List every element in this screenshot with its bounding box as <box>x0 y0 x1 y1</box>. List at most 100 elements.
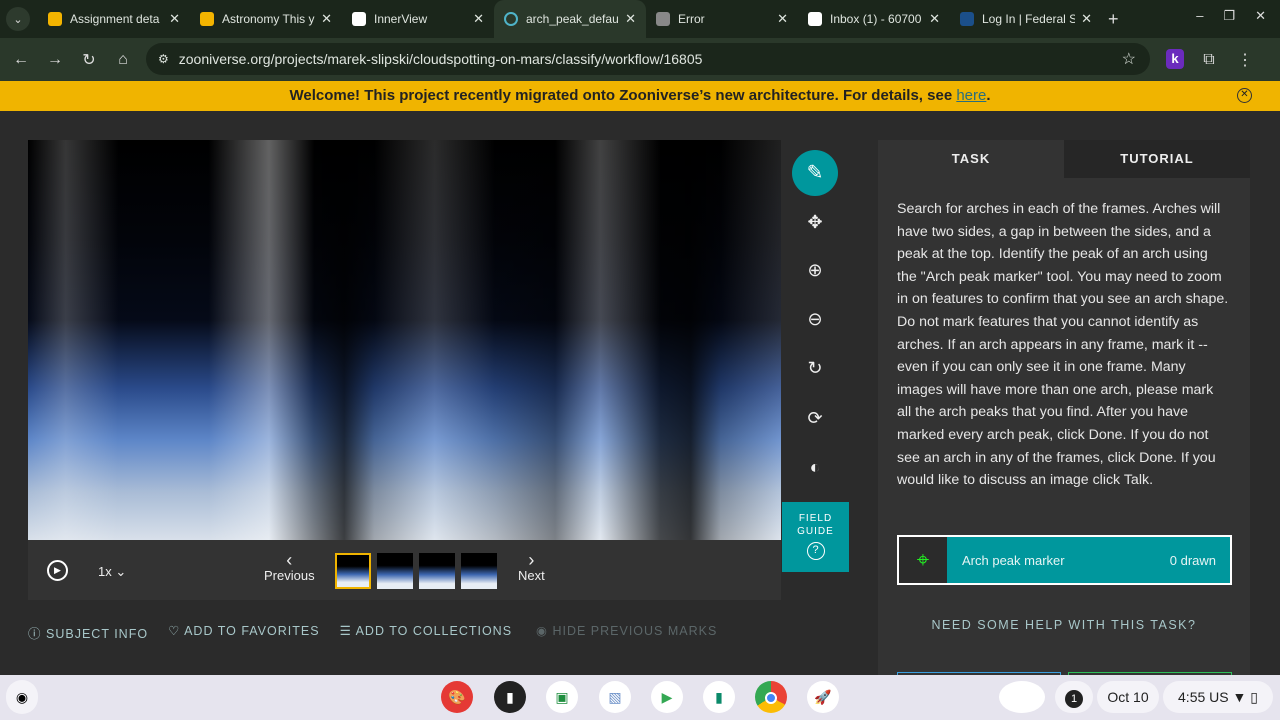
forward-icon[interactable]: → <box>38 51 72 69</box>
reload-icon[interactable]: ↻ <box>72 50 106 70</box>
add-to-collections-button[interactable]: ☰ ADD TO COLLECTIONS <box>340 623 512 642</box>
banner-end: . <box>986 87 991 104</box>
tab-close-icon[interactable]: ✕ <box>473 11 484 27</box>
canvas-app-icon[interactable]: 🎨 <box>441 681 473 713</box>
browser-tab[interactable]: arch_peak_defau ✕ <box>494 0 646 38</box>
zoom-in-icon[interactable]: ⊕ <box>801 256 829 284</box>
invert-contrast-icon[interactable]: ◐ <box>801 453 829 481</box>
task-instructions: Search for arches in each of the frames.… <box>897 201 1229 489</box>
tab-close-icon[interactable]: ✕ <box>777 11 788 27</box>
wifi-icon: ▼ <box>1232 689 1247 705</box>
date-tray[interactable]: Oct 10 <box>1097 681 1159 713</box>
need-help-button[interactable]: NEED SOME HELP WITH THIS TASK? <box>878 618 1250 632</box>
browser-tab[interactable]: Inbox (1) - 60700 ✕ <box>798 0 950 38</box>
tab-favicon-icon <box>960 12 974 26</box>
frame-thumbnail-4[interactable] <box>461 553 497 589</box>
extension-k-icon[interactable]: k <box>1166 49 1184 69</box>
subject-info-button[interactable]: ⓘ SUBJECT INFO <box>28 623 148 642</box>
tab-title: Log In | Federal S <box>982 12 1076 26</box>
browser-tab[interactable]: Astronomy This y ✕ <box>190 0 342 38</box>
tab-tutorial[interactable]: TUTORIAL <box>1064 140 1250 178</box>
migration-banner: Welcome! This project recently migrated … <box>0 81 1280 111</box>
screenshot-preview[interactable] <box>999 681 1045 713</box>
image-toolbar: ✎ ✥ ⊕ ⊖ ↻ ⟳ ◐ <box>782 140 848 502</box>
frame-thumbnail-1[interactable] <box>335 553 371 589</box>
browser-tab[interactable]: InnerView ✕ <box>342 0 494 38</box>
tab-title: Assignment deta <box>70 12 160 26</box>
tab-favicon-icon <box>504 12 518 26</box>
info-icon: ⓘ <box>28 627 42 641</box>
tab-title: InnerView <box>374 12 428 26</box>
annotate-pencil-icon[interactable]: ✎ <box>792 150 838 196</box>
tab-close-icon[interactable]: ✕ <box>321 11 332 27</box>
previous-button[interactable]: ‹ Previous <box>264 550 315 583</box>
browser-tab[interactable]: Assignment deta ✕ <box>38 0 190 38</box>
crosshair-icon: ⌖ <box>899 537 947 583</box>
chevron-left-icon: ‹ <box>286 550 293 570</box>
battery-icon: ▯ <box>1250 689 1258 705</box>
back-icon[interactable]: ← <box>4 51 38 69</box>
zoom-out-icon[interactable]: ⊖ <box>801 305 829 333</box>
subject-image[interactable] <box>28 140 781 540</box>
hide-previous-marks-button[interactable]: ◉ HIDE PREVIOUS MARKS <box>536 623 717 642</box>
next-button[interactable]: › Next <box>518 551 545 583</box>
tab-favicon-icon <box>48 12 62 26</box>
menu-icon[interactable]: ⋮ <box>1228 50 1262 70</box>
clock: 4:55 <box>1178 689 1206 705</box>
tab-strip: ⌄ Assignment deta ✕ Astronomy This y ✕ Inner… <box>0 0 1280 38</box>
collections-label: ADD TO COLLECTIONS <box>355 624 513 638</box>
tab-close-icon[interactable]: ✕ <box>929 11 940 27</box>
extensions-icon[interactable]: ⧉ <box>1192 51 1226 69</box>
speed-select[interactable]: 1x ⌄ <box>98 564 126 580</box>
status-tray[interactable]: 4:55 US ▼ ▯ <box>1163 681 1273 713</box>
address-bar[interactable]: ⚙ zooniverse.org/projects/marek-slipski/… <box>146 43 1150 75</box>
browser-tab[interactable]: Log In | Federal S ✕ <box>950 0 1102 38</box>
field-guide-button[interactable]: FIELD GUIDE ? <box>782 502 849 572</box>
next-label: Next <box>518 568 545 583</box>
add-to-favorites-button[interactable]: ♡ ADD TO FAVORITES <box>168 623 320 642</box>
system-shelf: ◉ 🎨 ▮ ▣ ▧ ▶ ▮ 🚀 1 Oct 10 4:55 US ▼ ▯ <box>0 675 1280 720</box>
arch-peak-marker-tool[interactable]: ⌖ Arch peak marker 0 drawn <box>897 535 1232 585</box>
music-app-icon[interactable]: ▮ <box>494 681 526 713</box>
tab-task[interactable]: TASK <box>878 140 1064 178</box>
tab-favicon-icon <box>656 12 670 26</box>
previous-label: Previous <box>264 568 315 583</box>
minimize-button[interactable]: – <box>1196 8 1203 24</box>
tab-search-button[interactable]: ⌄ <box>6 7 30 31</box>
classroom-app-icon[interactable]: ▣ <box>546 681 578 713</box>
close-window-button[interactable]: ✕ <box>1255 8 1266 24</box>
banner-close-icon[interactable]: ✕ <box>1237 88 1252 103</box>
tab-close-icon[interactable]: ✕ <box>169 11 180 27</box>
tab-close-icon[interactable]: ✕ <box>625 11 636 27</box>
frame-thumbnail-2[interactable] <box>377 553 413 589</box>
rotate-icon[interactable]: ↻ <box>801 354 829 382</box>
move-icon[interactable]: ✥ <box>801 208 829 236</box>
chrome-icon[interactable] <box>755 681 787 713</box>
launcher-icon[interactable]: ◉ <box>6 680 38 714</box>
notification-tray[interactable]: 1 <box>1055 681 1093 713</box>
bookmark-star-icon[interactable]: ☆ <box>1122 49 1136 69</box>
heart-icon: ♡ <box>168 624 181 638</box>
rocket-app-icon[interactable]: 🚀 <box>807 681 839 713</box>
home-icon[interactable]: ⌂ <box>106 51 140 69</box>
speed-value: 1x <box>98 564 112 579</box>
play-button[interactable]: ▶ <box>47 560 68 581</box>
new-tab-button[interactable]: + <box>1108 9 1119 30</box>
maximize-button[interactable]: ❐ <box>1223 8 1235 24</box>
site-settings-icon[interactable]: ⚙ <box>158 52 169 66</box>
tab-title: Error <box>678 12 705 26</box>
browser-tab[interactable]: Error ✕ <box>646 0 798 38</box>
play-store-icon[interactable]: ▶ <box>651 681 683 713</box>
maps-app-icon[interactable]: ▧ <box>599 681 631 713</box>
frame-thumbnail-3[interactable] <box>419 553 455 589</box>
field-guide-label: FIELD GUIDE <box>797 513 834 537</box>
chevron-down-icon: ⌄ <box>115 564 127 579</box>
tab-title: Astronomy This y <box>222 12 315 26</box>
books-app-icon[interactable]: ▮ <box>703 681 735 713</box>
tab-favicon-icon <box>200 12 214 26</box>
banner-link[interactable]: here <box>956 87 986 104</box>
banner-text: Welcome! This project recently migrated … <box>289 87 957 104</box>
input-locale: US <box>1209 689 1229 705</box>
reset-icon[interactable]: ⟳ <box>801 404 829 432</box>
tab-close-icon[interactable]: ✕ <box>1081 11 1092 27</box>
